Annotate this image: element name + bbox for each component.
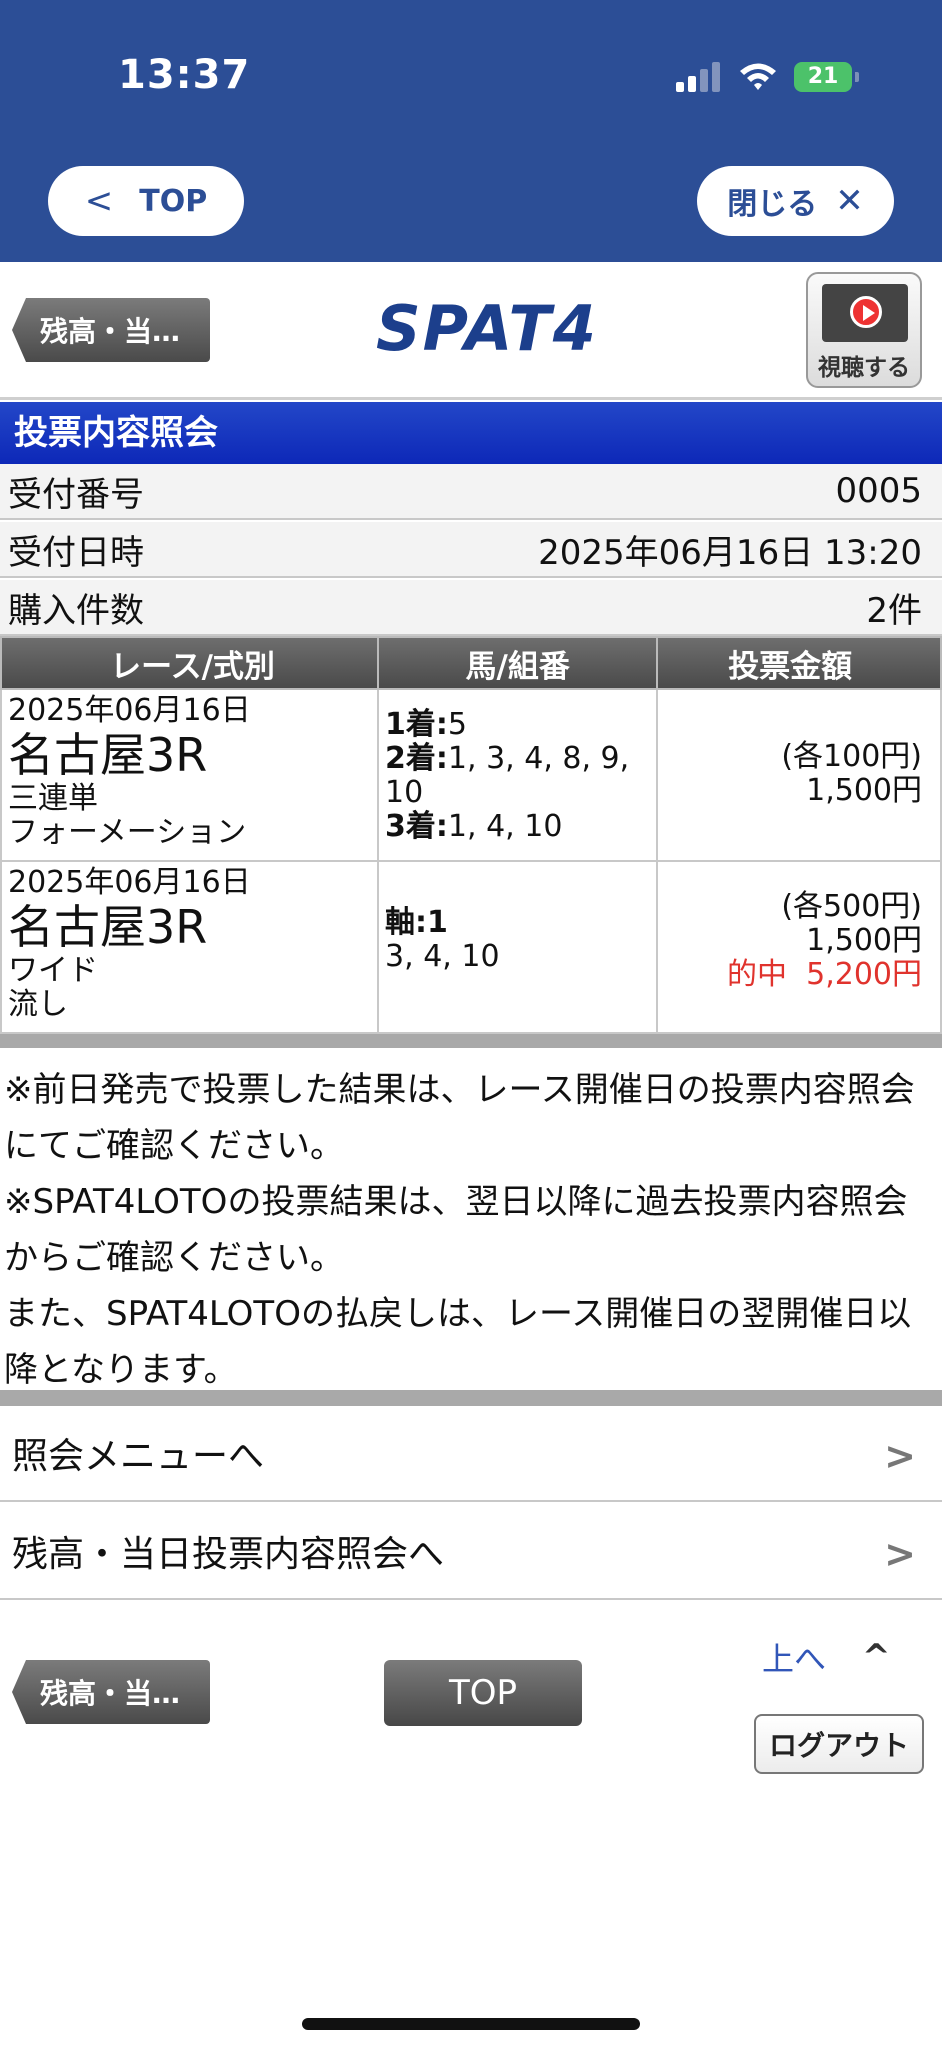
logout-button[interactable]: ログアウト — [754, 1714, 924, 1774]
wifi-icon — [740, 63, 776, 90]
combination-cell: 1着:5 2着:1, 3, 4, 8, 9, 10 3着:1, 4, 10 — [377, 688, 659, 862]
total-amount: 1,500円 — [806, 923, 922, 958]
bet-method: 流し — [8, 987, 68, 1022]
header-amount: 投票金額 — [656, 636, 942, 690]
close-label: 閉じる — [727, 187, 818, 222]
receipt-datetime-value: 2025年06月16日 13:20 — [538, 532, 922, 573]
notes: ※前日発売で投票した結果は、レース開催日の投票内容照会にてご確認ください。 ※S… — [0, 1034, 942, 1408]
top-nav-label: TOP — [139, 183, 208, 219]
race-date: 2025年06月16日 — [8, 693, 251, 728]
receipt-number-row: 受付番号 0005 — [0, 464, 942, 520]
battery-icon: 21 — [794, 62, 859, 92]
table-header-row: レース/式別 馬/組番 投票金額 — [0, 636, 942, 690]
spat4-logo[interactable]: SPAT4 — [376, 292, 598, 365]
race-venue: 名古屋3R — [8, 728, 208, 782]
chevron-up-icon: ^ — [862, 1637, 891, 1677]
footer-back-balance-button[interactable]: 残高・当… — [12, 1660, 210, 1724]
bet-table: レース/式別 馬/組番 投票金額 2025年06月16日 名古屋3R 三連単 フ… — [0, 636, 942, 1034]
header-combination: 馬/組番 — [377, 636, 659, 690]
chevron-right-icon: > — [884, 1434, 916, 1478]
bet-method: フォーメーション — [8, 815, 247, 850]
balance-inquiry-link[interactable]: 残高・当日投票内容照会へ > — [0, 1504, 942, 1600]
footer-top-button[interactable]: TOP — [384, 1660, 582, 1726]
receipt-datetime-label: 受付日時 — [8, 532, 144, 573]
receipt-number-value: 0005 — [835, 471, 922, 511]
race-cell: 2025年06月16日 名古屋3R 三連単 フォーメーション — [0, 688, 380, 862]
hit-label: 的中 — [727, 957, 788, 992]
third-place-head: 3着: — [385, 809, 448, 844]
unit-amount: (各500円) — [781, 889, 922, 924]
back-balance-button[interactable]: 残高・当… — [12, 298, 210, 362]
video-film-icon — [822, 284, 908, 342]
receipt-datetime-row: 受付日時 2025年06月16日 13:20 — [0, 522, 942, 578]
balance-inquiry-label: 残高・当日投票内容照会へ — [12, 1534, 445, 1575]
table-row: 2025年06月16日 名古屋3R ワイド 流し 軸:1 3, 4, 10 (各… — [0, 860, 942, 1034]
back-balance-label: 残高・当… — [40, 315, 181, 348]
note-1: ※前日発売で投票した結果は、レース開催日の投票内容照会にてご確認ください。 — [4, 1070, 915, 1166]
cellular-signal-icon — [676, 62, 720, 92]
watch-button[interactable]: 視聴する — [806, 272, 922, 388]
inquiry-menu-label: 照会メニューへ — [12, 1436, 265, 1477]
logout-label: ログアウト — [768, 1729, 909, 1762]
receipt-number-label: 受付番号 — [8, 474, 144, 515]
note-2: ※SPAT4LOTOの投票結果は、翌日以降に過去投票内容照会からご確認ください。 — [4, 1182, 908, 1278]
purchase-count-label: 購入件数 — [8, 590, 144, 631]
amount-cell: (各500円) 1,500円 的中 5,200円 — [656, 860, 942, 1034]
hit-amount: 5,200円 — [806, 957, 922, 992]
scroll-up-link[interactable]: 上へ ^ — [762, 1634, 891, 1680]
bet-type: 三連単 — [8, 781, 98, 816]
play-icon — [850, 296, 882, 328]
note-3: また、SPAT4LOTOの払戻しは、レース開催日の翌開催日以降となります。 — [4, 1294, 912, 1390]
status-time: 13:37 — [118, 52, 251, 98]
home-indicator — [302, 2018, 640, 2030]
chevron-left-icon: < — [84, 181, 114, 221]
footer-top-label: TOP — [448, 1673, 518, 1713]
amount-cell: (各100円) 1,500円 — [656, 688, 942, 862]
combination-cell: 軸:1 3, 4, 10 — [377, 860, 659, 1034]
bet-type: ワイド — [8, 953, 98, 988]
first-place-value: 5 — [447, 707, 468, 742]
close-button[interactable]: 閉じる ✕ — [697, 166, 894, 236]
close-icon: ✕ — [835, 181, 864, 221]
race-date: 2025年06月16日 — [8, 865, 251, 900]
divider — [0, 1390, 942, 1406]
partner-horses: 3, 4, 10 — [385, 939, 500, 974]
total-amount: 1,500円 — [806, 773, 922, 808]
second-place-head: 2着: — [385, 741, 448, 776]
race-cell: 2025年06月16日 名古屋3R ワイド 流し — [0, 860, 380, 1034]
scroll-up-label: 上へ — [762, 1640, 827, 1678]
top-nav-button[interactable]: < TOP — [48, 166, 244, 236]
purchase-count-value: 2件 — [866, 590, 922, 631]
purchase-count-row: 購入件数 2件 — [0, 580, 942, 636]
race-venue: 名古屋3R — [8, 900, 208, 954]
footer-back-label: 残高・当… — [40, 1677, 181, 1710]
axis-horse: 軸:1 — [385, 905, 448, 940]
table-row: 2025年06月16日 名古屋3R 三連単 フォーメーション 1着:5 2着:1… — [0, 688, 942, 862]
hit-payout: 的中 5,200円 — [664, 958, 922, 992]
unit-amount: (各100円) — [781, 739, 922, 774]
first-place-head: 1着: — [385, 707, 448, 742]
top-bar: 13:37 21 < TOP 閉じる ✕ — [0, 0, 942, 262]
watch-label: 視聴する — [818, 355, 910, 381]
third-place-value: 1, 4, 10 — [447, 809, 563, 844]
page-title: 投票内容照会 — [0, 402, 942, 464]
header-race: レース/式別 — [0, 636, 380, 690]
chevron-right-icon: > — [884, 1532, 916, 1576]
inquiry-menu-link[interactable]: 照会メニューへ > — [0, 1406, 942, 1502]
